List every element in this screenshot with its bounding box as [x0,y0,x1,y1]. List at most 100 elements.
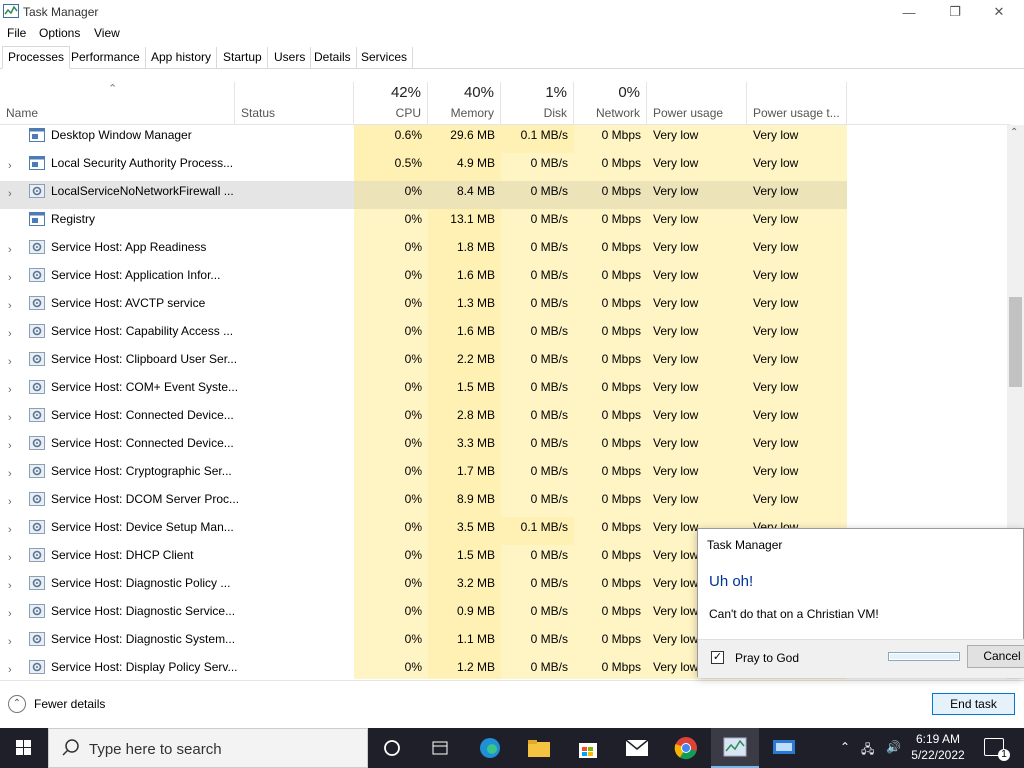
chevron-right-icon[interactable]: › [8,604,12,624]
process-name: Service Host: Diagnostic Service... [51,604,236,618]
window-app-icon [29,212,45,226]
column-network[interactable]: 0% Network [574,82,647,125]
process-cpu: 0% [354,181,428,209]
maximize-button[interactable]: ❐ [932,0,978,24]
process-cpu: 0% [354,265,428,293]
table-row[interactable]: › LocalServiceNoNetworkFirewall ... 0% 8.4 … [0,181,1010,209]
process-disk: 0 MB/s [501,237,574,265]
task-view-icon[interactable] [416,728,464,768]
process-power-trend: Very low [747,349,847,377]
tray-chevron-icon[interactable]: ⌃ [840,740,850,754]
scrollbar-thumb[interactable] [1009,297,1022,387]
end-task-button[interactable]: End task [932,693,1015,715]
chevron-right-icon[interactable]: › [8,436,12,456]
store-icon[interactable] [564,728,612,768]
network-icon[interactable]: 🖧 [861,740,874,761]
tab-startup[interactable]: Startup [218,47,268,69]
column-power-trend[interactable]: Power usage t... [747,82,847,125]
chevron-right-icon[interactable]: › [8,632,12,652]
system-clock[interactable]: 6:19 AM 5/22/2022 [908,731,968,763]
menu-file[interactable]: File [7,26,26,40]
dialog-heading: Uh oh! [709,573,754,590]
menu-options[interactable]: Options [39,26,80,40]
cortana-icon[interactable] [368,728,416,768]
table-row[interactable]: › Service Host: AVCTP service 0% 1.3 MB 0 MB… [0,293,1010,321]
table-row[interactable]: › Service Host: Connected Device... 0% 3.3 … [0,433,1010,461]
column-memory[interactable]: 40% Memory [428,82,501,125]
tab-performance[interactable]: Performance [66,47,146,69]
process-name: Service Host: AVCTP service [51,296,206,310]
tab-app-history[interactable]: App history [146,47,218,69]
chevron-right-icon[interactable]: › [8,296,12,316]
mail-icon[interactable] [613,728,661,768]
table-row[interactable]: Desktop Window Manager 0.6% 29.6 MB 0.1 MB/… [0,125,1010,153]
minimize-button[interactable]: — [886,0,932,24]
chevron-right-icon[interactable]: › [8,380,12,400]
network-total: 0% [618,84,640,101]
chevron-right-icon[interactable]: › [8,408,12,428]
process-memory: 8.9 MB [428,489,501,517]
table-row[interactable]: › Service Host: Clipboard User Ser... 0% 2.… [0,349,1010,377]
file-explorer-icon[interactable] [515,728,563,768]
task-manager-icon[interactable] [711,728,759,768]
table-row[interactable]: › Service Host: App Readiness 0% 1.8 MB 0 MB… [0,237,1010,265]
remote-desktop-icon[interactable] [760,728,808,768]
process-name: Service Host: COM+ Event Syste... [51,380,239,394]
close-button[interactable]: ✕ [976,0,1022,24]
window-app-icon [29,156,45,170]
edge-icon[interactable] [466,728,514,768]
start-button[interactable] [0,728,48,768]
process-network: 0 Mbps [574,573,647,601]
column-memory-label: Memory [450,106,494,120]
chevron-right-icon[interactable]: › [8,520,12,540]
column-power[interactable]: Power usage [647,82,747,125]
chevron-right-icon[interactable]: › [8,352,12,372]
chevron-right-icon[interactable]: › [8,548,12,568]
volume-icon[interactable]: 🔊 [886,740,901,754]
table-row[interactable]: › Service Host: Cryptographic Ser... 0% 1.7… [0,461,1010,489]
chevron-right-icon[interactable]: › [8,184,12,204]
tab-details[interactable]: Details [309,47,357,69]
chrome-icon[interactable] [662,728,710,768]
table-row[interactable]: › Local Security Authority Process... 0.5%… [0,153,1010,181]
process-memory: 1.6 MB [428,265,501,293]
cpu-total: 42% [390,84,421,101]
pray-checkbox-label[interactable]: Pray to God [735,651,799,665]
table-row[interactable]: › Service Host: Capability Access ... 0% 1.… [0,321,1010,349]
scroll-up-icon[interactable]: ⌃ [1010,127,1018,138]
table-row[interactable]: › Service Host: COM+ Event Syste... 0% 1.5 … [0,377,1010,405]
chevron-up-icon[interactable]: ⌃ [8,695,26,713]
process-power: Very low [647,265,747,293]
chevron-right-icon[interactable]: › [8,576,12,596]
table-row[interactable]: › Service Host: DCOM Server Proc... 0% 8.9 … [0,489,1010,517]
chevron-right-icon[interactable]: › [8,324,12,344]
column-status[interactable]: Status [235,82,354,125]
pray-checkbox[interactable]: ✓ [711,651,724,664]
table-row[interactable]: Registry 0% 13.1 MB 0 MB/s 0 Mbps Very low Ver… [0,209,1010,237]
chevron-right-icon[interactable]: › [8,660,12,679]
dialog-message: Can't do that on a Christian VM! [709,607,879,621]
cancel-button[interactable]: Cancel [967,645,1024,668]
tab-processes[interactable]: Processes [2,46,71,69]
process-memory: 4.9 MB [428,153,501,181]
fewer-details-link[interactable]: Fewer details [34,697,105,711]
column-status-label: Status [241,106,276,120]
tab-services[interactable]: Services [356,47,414,69]
chevron-right-icon[interactable]: › [8,464,12,484]
chevron-right-icon[interactable]: › [8,240,12,260]
tab-users[interactable]: Users [269,47,312,69]
taskbar-search[interactable]: Type here to search [48,728,368,768]
notification-icon[interactable]: 1 [984,738,1010,761]
chevron-right-icon[interactable]: › [8,492,12,512]
column-cpu[interactable]: 42% CPU [354,82,428,125]
chevron-right-icon[interactable]: › [8,268,12,288]
process-memory: 2.2 MB [428,349,501,377]
menu-view[interactable]: View [94,26,120,40]
chevron-right-icon[interactable]: › [8,156,12,176]
column-disk[interactable]: 1% Disk [501,82,574,125]
process-cpu: 0% [354,377,428,405]
process-memory: 13.1 MB [428,209,501,237]
table-row[interactable]: › Service Host: Connected Device... 0% 2.8 … [0,405,1010,433]
column-name[interactable]: Name [0,82,235,125]
table-row[interactable]: › Service Host: Application Infor... 0% 1.6… [0,265,1010,293]
